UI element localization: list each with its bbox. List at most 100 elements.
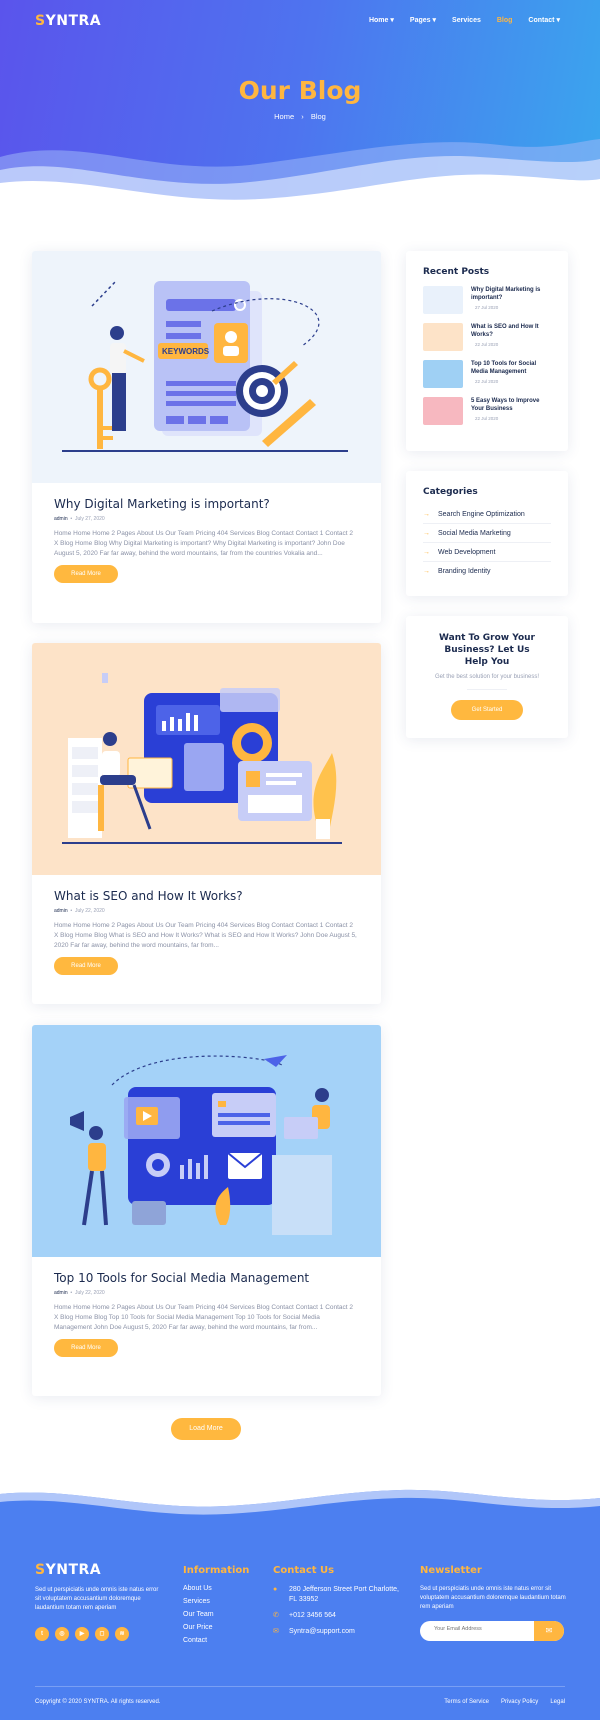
footer-logo[interactable]: SYNTRA [35,1562,165,1578]
post-title[interactable]: Why Digital Marketing is important? [54,497,359,511]
phone-text: +012 3456 564 [289,1612,336,1619]
chevron-down-icon: ▾ [556,17,560,24]
load-more-button[interactable]: Load More [171,1418,241,1440]
twitter-icon[interactable]: t [35,1627,49,1641]
footer-wave [0,1480,600,1520]
footer-link[interactable]: Services [183,1598,253,1605]
read-more-button[interactable]: Read More [54,957,118,975]
breadcrumb-home-link[interactable]: Home [274,112,294,121]
recent-post-thumbnail[interactable] [423,360,463,388]
footer-about-text: Sed ut perspiciatis unde omnis iste natu… [35,1587,159,1611]
category-link[interactable]: → Search Engine Optimization [423,505,551,524]
dribbble-icon[interactable]: ◎ [55,1627,69,1641]
post-title[interactable]: What is SEO and How It Works? [54,889,359,903]
recent-post-item[interactable]: 5 Easy Ways to Improve Your Business 22 J… [423,397,551,425]
copyright: Copyright © 2020 SYNTRA. All rights rese… [35,1699,161,1705]
email-text: Syntra@support.com [289,1628,355,1635]
category-label: Social Media Marketing [438,529,511,537]
post-date: July 27, 2020 [74,516,105,522]
arrow-right-icon: → [423,568,430,575]
post-card: Top 10 Tools for Social Media Management… [32,1025,381,1396]
logo[interactable]: SYNTRA [35,13,101,29]
instagram-icon[interactable]: ◻ [95,1627,109,1641]
cta-title: Want To Grow Your Business? Let Us Help … [439,633,535,667]
category-link[interactable]: → Web Development [423,543,551,562]
nav-label: Home [368,16,389,24]
breadcrumb-separator-icon: › [301,112,304,121]
footer-link[interactable]: Contact [183,1637,253,1644]
chevron-down-icon: ▾ [390,17,394,24]
category-label: Branding Identity [438,568,491,575]
read-more-button[interactable]: Read More [54,1339,118,1357]
contact-email[interactable]: ✉ Syntra@support.com [273,1627,403,1637]
recent-post-item[interactable]: What is SEO and How It Works? 22 Jul 2020 [423,323,551,351]
post-date: July 22, 2020 [74,1290,105,1296]
footer-heading: Contact Us [273,1565,335,1576]
post-author[interactable]: admin [54,516,68,522]
post-image-seo[interactable] [32,643,381,875]
post-meta: admin • July 22, 2020 [54,1290,105,1296]
breadcrumb-current: Blog [310,112,326,121]
nav-item-blog[interactable]: Blog [497,16,513,24]
category-link[interactable]: → Social Media Marketing [423,524,551,543]
category-label: Search Engine Optimization [438,510,525,518]
breadcrumb: Home › Blog [0,112,600,121]
nav-item-home[interactable]: Home ▾ [368,16,394,25]
privacy-link[interactable]: Privacy Policy [501,1699,538,1705]
nav-item-contact[interactable]: Contact ▾ [528,16,560,25]
page-title: Our Blog [238,76,362,105]
recent-post-thumbnail[interactable] [423,397,463,425]
newsletter-text: Sed ut perspiciatis unde omnis iste natu… [420,1586,566,1610]
youtube-icon[interactable]: ▶ [75,1627,89,1641]
get-started-button[interactable]: Get Started [451,700,523,720]
cta-text: Get the best solution for your business! [434,674,540,680]
widget-title: Categories [423,487,478,497]
nav-label: Pages [409,16,431,24]
recent-post-thumbnail[interactable] [423,286,463,314]
read-more-button[interactable]: Read More [54,565,118,583]
post-meta: admin • July 22, 2020 [54,908,105,914]
recent-post-title[interactable]: 5 Easy Ways to Improve Your Business [471,397,551,413]
post-meta: admin • July 27, 2020 [54,516,105,522]
nav-label: Contact [528,16,555,24]
recent-post-title[interactable]: Top 10 Tools for Social Media Management [471,360,551,376]
terms-link[interactable]: Terms of Service [444,1699,489,1705]
post-author[interactable]: admin [54,1290,68,1296]
post-excerpt: Home Home Home 2 Pages About Us Our Team… [54,530,354,557]
footer-link[interactable]: Our Team [183,1611,253,1618]
nav-label: Blog [496,16,513,24]
top-nav: SYNTRA Home ▾ Pages ▾ Services Blog Contac… [35,13,560,33]
arrow-right-icon: → [423,510,430,518]
post-title[interactable]: Top 10 Tools for Social Media Management [54,1271,359,1285]
send-mail-icon[interactable]: ✉ [534,1621,564,1641]
address-text: 280 Jefferson Street Port Charlotte, FL … [289,1586,399,1603]
nav-item-pages[interactable]: Pages ▾ [409,16,437,25]
nav-item-services[interactable]: Services [452,16,481,24]
footer-bottom: Copyright © 2020 SYNTRA. All rights rese… [35,1686,565,1705]
recent-post-title[interactable]: What is SEO and How It Works? [471,323,551,339]
email-input[interactable] [434,1626,534,1632]
widget-title: Recent Posts [423,267,490,277]
post-image-marketing[interactable]: KEYWORDS [32,251,381,483]
phone-icon: ✆ [273,1612,279,1619]
chevron-down-icon: ▾ [432,17,437,24]
divider [467,689,507,690]
footer-about: SYNTRA Sed ut perspiciatis unde omnis is… [35,1562,165,1641]
recent-post-item[interactable]: Why Digital Marketing is important? 27 Ju… [423,286,551,314]
rss-icon[interactable]: ≋ [115,1627,129,1641]
footer-link[interactable]: About Us [183,1585,253,1592]
recent-post-item[interactable]: Top 10 Tools for Social Media Management… [423,360,551,388]
contact-phone[interactable]: ✆ +012 3456 564 [273,1611,403,1621]
category-link[interactable]: → Branding Identity [423,562,551,581]
legal-link[interactable]: Legal [550,1699,565,1705]
post-card: What is SEO and How It Works? admin • Ju… [32,643,381,1004]
footer-link[interactable]: Our Price [183,1624,253,1631]
recent-post-title[interactable]: Why Digital Marketing is important? [471,286,551,302]
footer-information: Information About Us Services Our Team O… [183,1565,253,1644]
post-author[interactable]: admin [54,908,68,914]
category-label: Web Development [438,548,496,556]
recent-post-date: 22 Jul 2020 [475,342,499,347]
main-menu: Home ▾ Pages ▾ Services Blog Contact ▾ [368,16,560,25]
recent-post-thumbnail[interactable] [423,323,463,351]
post-image-social[interactable] [32,1025,381,1257]
